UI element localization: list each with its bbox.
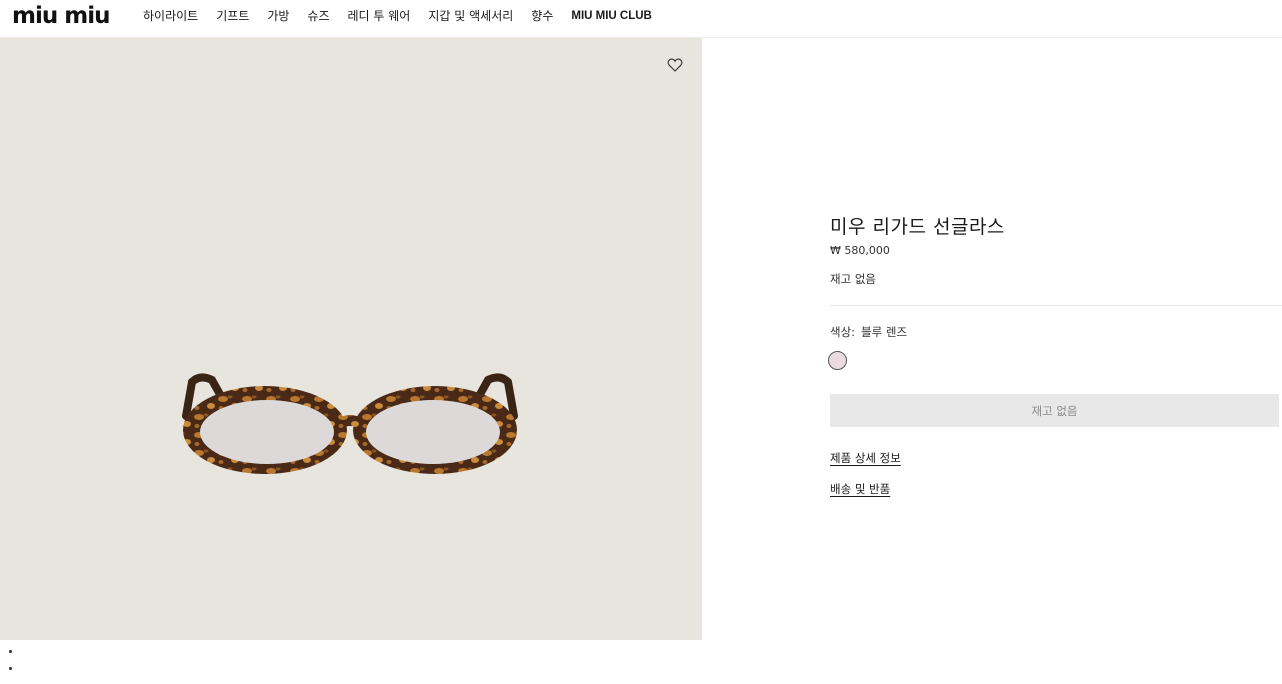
product-image (0, 38, 702, 670)
nav-item-bags[interactable]: 가방 (267, 9, 289, 23)
nav-item-fragrance[interactable]: 향수 (531, 9, 553, 23)
nav-item-wallets-accessories[interactable]: 지갑 및 액세서리 (428, 9, 513, 23)
color-selector-label: 색상: 블루 렌즈 (830, 324, 907, 340)
nav-item-ready-to-wear[interactable]: 레디 투 웨어 (348, 9, 411, 23)
divider (830, 305, 1282, 306)
carousel-dots (9, 650, 12, 684)
product-title: 미우 리가드 선글라스 (830, 216, 1005, 238)
product-details-link[interactable]: 제품 상세 정보 (830, 450, 901, 466)
shipping-returns-link[interactable]: 배송 및 반품 (830, 481, 890, 497)
heart-icon[interactable] (667, 57, 683, 73)
nav-item-highlights[interactable]: 하이라이트 (143, 9, 198, 23)
product-info-panel: 미우 리가드 선글라스 ₩ 580,000 재고 없음 색상: 블루 렌즈 재고 … (828, 0, 1282, 640)
stock-status: 재고 없음 (830, 272, 876, 286)
main-nav: 하이라이트 기프트 가방 슈즈 레디 투 웨어 지갑 및 액세서리 향수 MIU… (143, 9, 670, 23)
nav-item-gifts[interactable]: 기프트 (216, 9, 249, 23)
out-of-stock-button[interactable]: 재고 없음 (830, 394, 1279, 427)
eyeglasses-image (182, 373, 518, 474)
color-swatch[interactable] (828, 351, 847, 370)
color-label: 색상: (830, 325, 856, 339)
carousel-dot[interactable] (9, 667, 12, 670)
nav-item-shoes[interactable]: 슈즈 (307, 9, 329, 23)
product-price: ₩ 580,000 (830, 244, 890, 257)
nav-item-miu-miu-club[interactable]: MIU MIU CLUB (571, 9, 652, 23)
brand-logo[interactable]: miu miu (12, 5, 110, 28)
color-value: 블루 렌즈 (861, 325, 908, 339)
carousel-dot[interactable] (9, 650, 12, 653)
